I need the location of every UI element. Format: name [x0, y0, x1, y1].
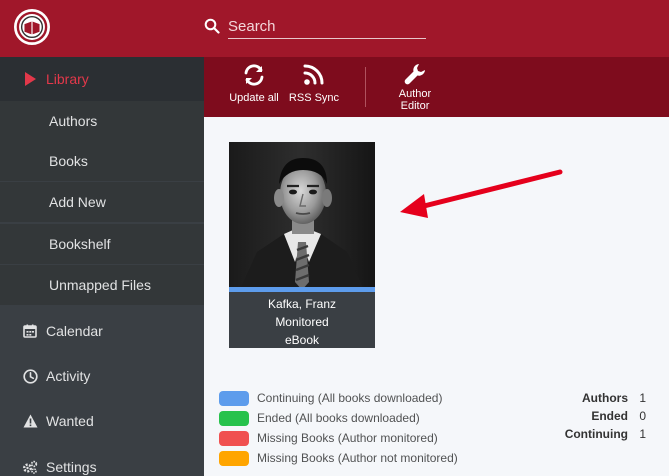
sidebar-item-add-new[interactable]: Add New	[0, 182, 204, 222]
legend-swatch	[219, 410, 249, 426]
legend-item-continuing: Continuing (All books downloaded)	[219, 389, 479, 407]
sidebar-item-books[interactable]: Books	[0, 141, 204, 181]
legend-item-missing-monitored: Missing Books (Author monitored)	[219, 429, 479, 447]
sidebar-item-label: Calendar	[46, 323, 103, 339]
sidebar-item-wanted[interactable]: Wanted	[0, 401, 204, 441]
clock-icon	[22, 368, 38, 384]
sidebar-item-label: Activity	[46, 368, 91, 384]
author-editor-label-line2: Editor	[400, 100, 430, 112]
sidebar-item-authors[interactable]: Authors	[0, 101, 204, 141]
stat-label: Authors	[582, 391, 628, 405]
legend-item-missing-unmonitored: Missing Books (Author not monitored)	[219, 449, 479, 467]
author-editor-label-line1: Author	[398, 88, 432, 100]
sidebar-item-unmapped-files[interactable]: Unmapped Files	[0, 265, 204, 305]
update-all-button[interactable]: Update all	[228, 63, 280, 115]
sidebar: Library Authors Books Add New Bookshelf …	[0, 57, 204, 476]
sidebar-item-label: Library	[46, 71, 89, 87]
legend-label: Ended (All books downloaded)	[257, 411, 420, 425]
author-status: Monitored	[275, 315, 329, 329]
sidebar-item-label: Settings	[46, 459, 97, 475]
refresh-icon	[244, 64, 264, 86]
legend-swatch	[219, 390, 249, 406]
author-poster-card[interactable]: Kafka, Franz Monitored eBook	[229, 142, 375, 348]
search-input[interactable]	[228, 14, 426, 39]
stat-label: Continuing	[564, 427, 628, 441]
legend-label: Missing Books (Author monitored)	[257, 431, 438, 445]
rss-sync-label: RSS Sync	[288, 92, 340, 104]
sidebar-item-label: Unmapped Files	[49, 277, 151, 293]
app-logo[interactable]	[14, 9, 50, 45]
sidebar-item-library[interactable]: Library	[0, 57, 204, 101]
sidebar-item-bookshelf[interactable]: Bookshelf	[0, 224, 204, 264]
gears-icon	[22, 459, 38, 475]
sidebar-item-label: Wanted	[46, 413, 94, 429]
sidebar-item-settings[interactable]: Settings	[0, 447, 204, 476]
annotation-arrow-icon	[400, 169, 563, 218]
calendar-icon	[22, 323, 38, 339]
stat-label: Ended	[591, 409, 628, 423]
legend-item-ended: Ended (All books downloaded)	[219, 409, 479, 427]
search-icon	[204, 18, 220, 34]
wrench-icon	[404, 64, 425, 85]
book-logo-icon	[16, 11, 48, 43]
stat-value: 0	[639, 409, 646, 423]
rss-icon	[303, 64, 324, 85]
legend-label: Continuing (All books downloaded)	[257, 391, 443, 405]
toolbar-separator	[365, 67, 366, 107]
author-name: Kafka, Franz	[267, 297, 337, 311]
sidebar-item-activity[interactable]: Activity	[0, 356, 204, 396]
legend-swatch	[219, 430, 249, 446]
warning-icon	[22, 413, 38, 429]
rss-sync-button[interactable]: RSS Sync	[288, 63, 340, 115]
stat-continuing: Continuing 1	[544, 427, 654, 445]
app-header	[0, 0, 669, 57]
stat-value: 1	[639, 427, 646, 441]
sidebar-item-calendar[interactable]: Calendar	[0, 311, 204, 351]
author-info: Kafka, Franz Monitored eBook	[229, 292, 375, 348]
author-editor-button[interactable]: Author Editor	[390, 63, 440, 115]
author-portrait[interactable]	[229, 142, 375, 292]
sidebar-item-label: Authors	[49, 113, 98, 129]
stat-ended: Ended 0	[544, 409, 654, 427]
page-toolbar: Update all RSS Sync Author Editor	[204, 57, 669, 117]
legend-label: Missing Books (Author not monitored)	[257, 451, 458, 465]
legend-swatch	[219, 450, 249, 466]
portrait-image	[229, 142, 375, 292]
sidebar-item-label: Bookshelf	[49, 236, 111, 252]
author-format: eBook	[284, 333, 320, 347]
search-box	[204, 14, 426, 40]
stat-authors: Authors 1	[544, 391, 654, 409]
sidebar-item-label: Books	[49, 153, 88, 169]
sidebar-item-label: Add New	[49, 194, 106, 210]
play-icon	[22, 71, 38, 87]
stat-value: 1	[639, 391, 646, 405]
update-all-label: Update all	[229, 92, 279, 104]
